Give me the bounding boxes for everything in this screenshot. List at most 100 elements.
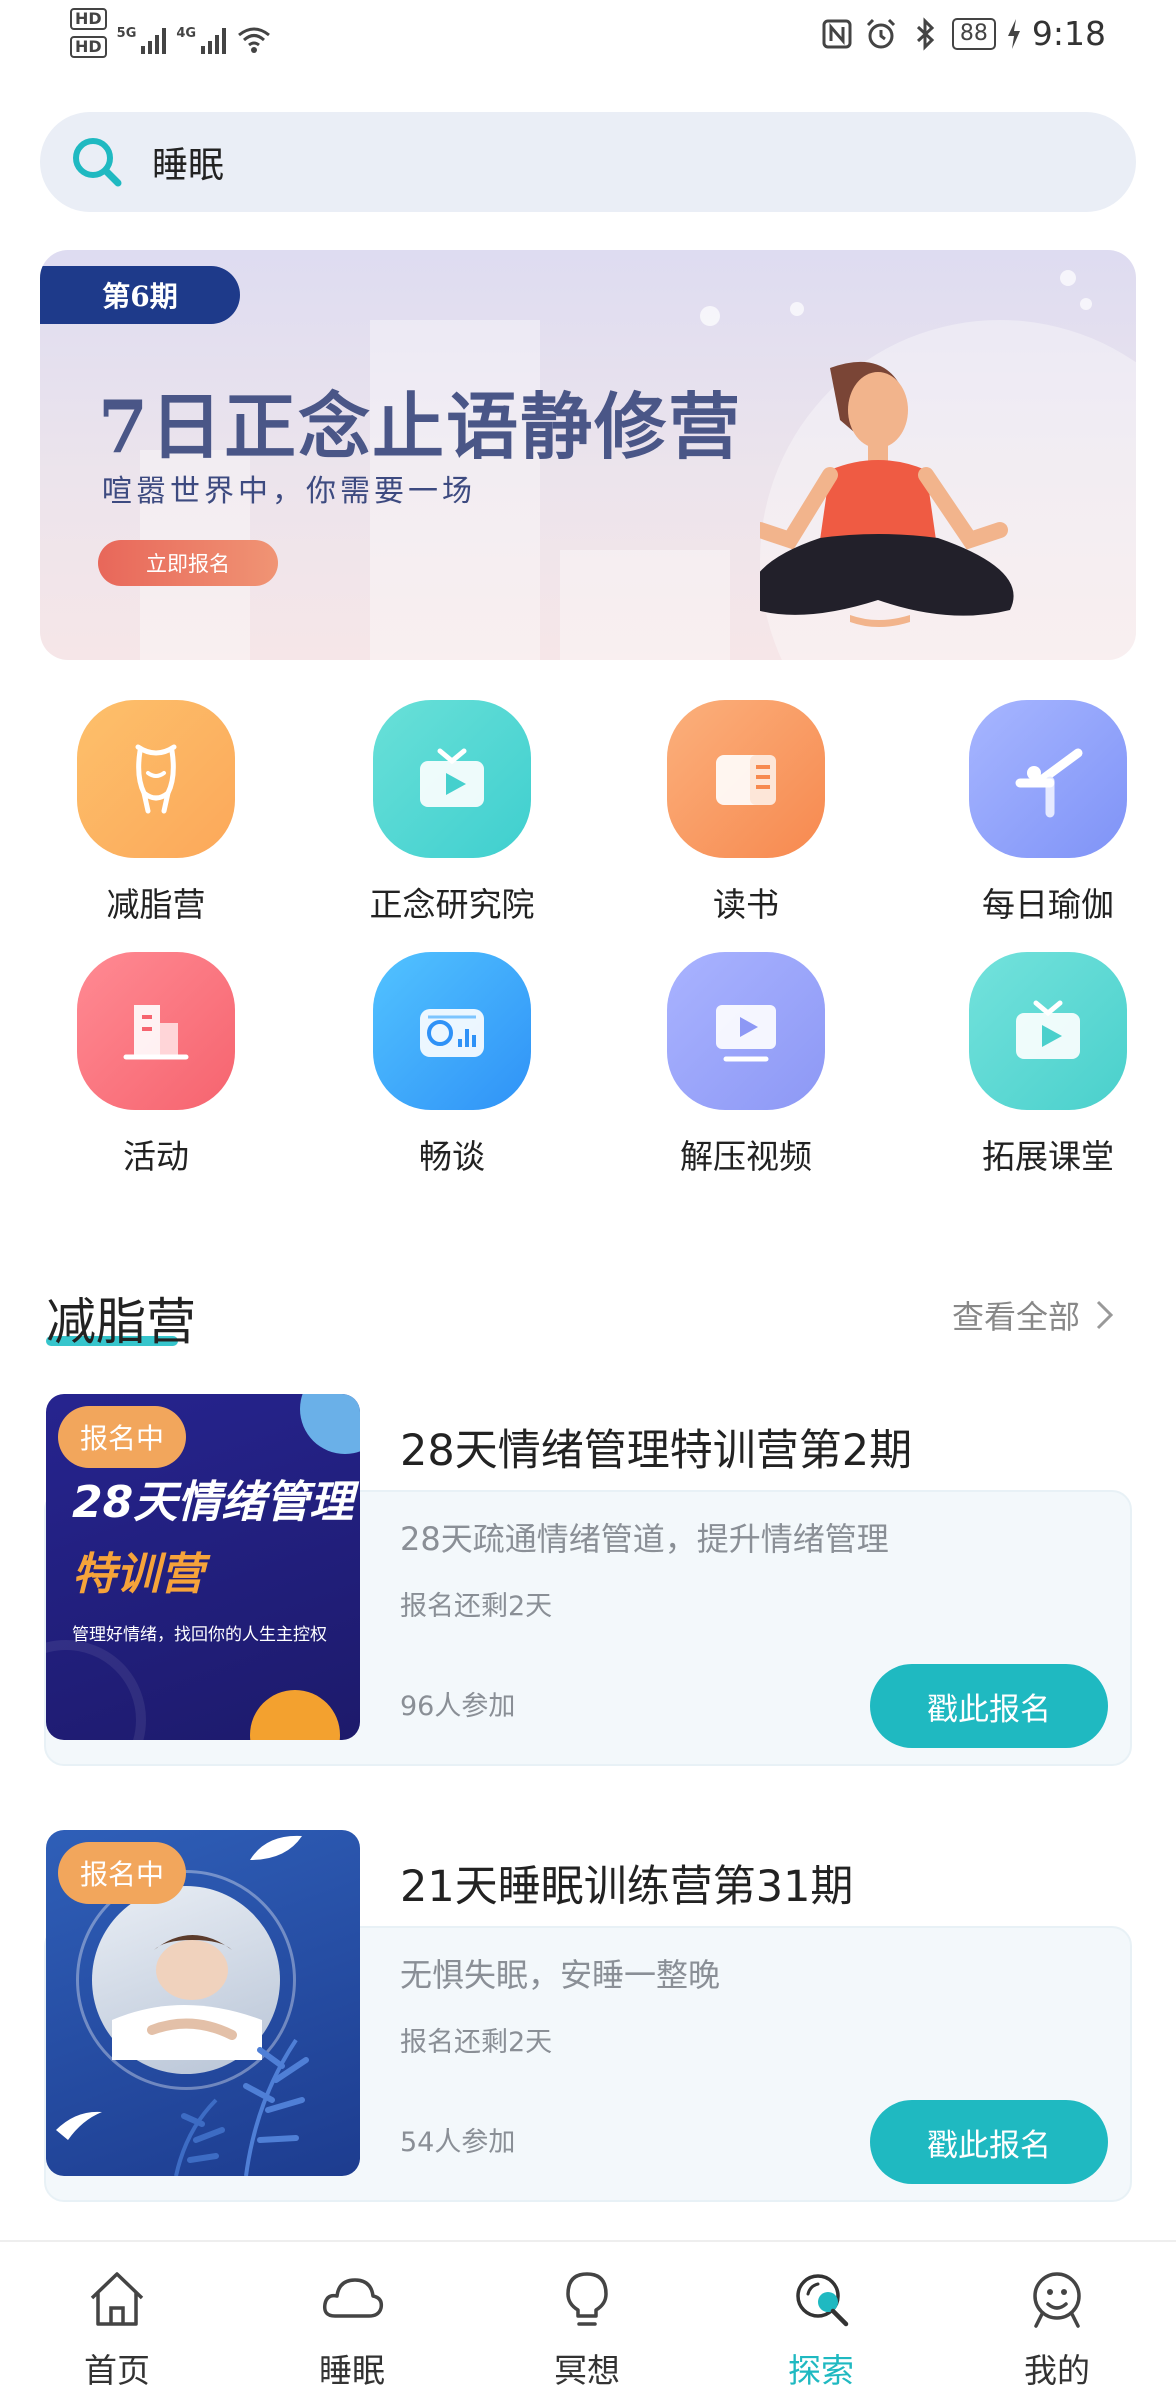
leaf-icon <box>250 1835 302 1860</box>
grid-item-mindfulness-institute[interactable]: 正念研究院 <box>332 700 572 926</box>
grid-item-talks[interactable]: 畅谈 <box>332 952 572 1178</box>
sign-up-button[interactable]: 戳此报名 <box>870 2100 1108 2184</box>
grid-item-daily-yoga[interactable]: 每日瑜伽 <box>928 700 1168 926</box>
register-now-button[interactable]: 立即报名 <box>98 540 278 586</box>
bottom-tab-bar: 首页 睡眠 冥想 探索 我的 <box>0 2240 1176 2400</box>
grid-item-events[interactable]: 活动 <box>36 952 276 1178</box>
card-description: 无惧失眠，安睡一整晚 <box>400 1956 721 1994</box>
banner-dot <box>1060 270 1076 286</box>
camp-card[interactable]: 28天情绪管理 特训营 管理好情绪，找回你的人生主控权 报名中 28天情绪管理特… <box>44 1394 1132 1770</box>
card-thumbnail: 28天情绪管理 特训营 管理好情绪，找回你的人生主控权 报名中 <box>46 1394 360 1740</box>
card-title: 28天情绪管理特训营第2期 <box>400 1426 913 1476</box>
grid-tile <box>373 952 531 1110</box>
grid-tile <box>969 700 1127 858</box>
network-5g-label: 5G <box>116 26 137 41</box>
leaves-illustration <box>56 2038 309 2176</box>
banner-subtitle: 喧嚣世界中，你需要一场 <box>102 474 476 509</box>
grid-label: 正念研究院 <box>369 885 535 924</box>
issue-badge: 第6期 <box>40 266 240 324</box>
profile-icon <box>1033 2272 1081 2328</box>
status-badge: 报名中 <box>58 1406 187 1468</box>
grid-item-relax-videos[interactable]: 解压视频 <box>626 952 866 1178</box>
tab-label: 冥想 <box>554 2351 620 2390</box>
grid-tile <box>667 952 825 1110</box>
status-badge: 报名中 <box>58 1842 187 1904</box>
promo-banner[interactable]: 第6期 7日正念止语静修营 喧嚣世界中，你需要一场 立即报名 <box>40 250 1136 660</box>
thumb-title-line1: 28天情绪管理 <box>72 1477 354 1528</box>
view-all-link[interactable]: 查看全部 <box>952 1292 1116 1338</box>
status-right: 88 9:18 <box>820 14 1106 53</box>
banner-dot <box>700 306 720 326</box>
grid-label: 拓展课堂 <box>982 1137 1114 1176</box>
hd2-badge: HD <box>70 36 107 58</box>
search-icon <box>73 138 122 187</box>
tab-home[interactable]: 首页 <box>42 2266 192 2392</box>
grid-tile <box>667 700 825 858</box>
body-icon <box>135 744 177 814</box>
sign-up-button[interactable]: 戳此报名 <box>870 1664 1108 1748</box>
grid-label: 减脂营 <box>106 885 206 924</box>
banner-dot <box>790 302 804 316</box>
clock-time: 9:18 <box>1031 14 1106 53</box>
signal-5g-icon: 5G <box>117 26 167 54</box>
card-thumbnail: 报名中 <box>46 1830 360 2176</box>
yoga-icon <box>1015 748 1083 818</box>
banner-dot <box>1080 298 1092 310</box>
grid-tile <box>77 952 235 1110</box>
explore-icon <box>796 2274 849 2327</box>
grid-item-reading[interactable]: 读书 <box>626 700 866 926</box>
card-title: 21天睡眠训练营第31期 <box>400 1862 854 1912</box>
home-icon <box>90 2272 144 2326</box>
grid-label: 畅谈 <box>419 1137 485 1176</box>
grid-item-fat-loss[interactable]: 减脂营 <box>36 700 276 926</box>
building-icon <box>123 1005 189 1060</box>
wifi-icon <box>238 27 271 53</box>
battery-indicator: 88 <box>951 17 996 50</box>
search-input[interactable] <box>152 141 952 183</box>
bluetooth-icon <box>916 16 935 51</box>
book-icon <box>716 755 776 805</box>
status-bar: HD HD 5G 4G 88 9:18 <box>0 0 1176 72</box>
cloud-icon <box>322 2278 384 2318</box>
tab-label: 探索 <box>788 2351 854 2390</box>
grid-label: 解压视频 <box>680 1137 812 1176</box>
card-participants: 96人参加 <box>400 1691 516 1722</box>
card-participants: 54人参加 <box>400 2127 516 2158</box>
banner-bg-building-small <box>560 550 730 660</box>
tab-explore[interactable]: 探索 <box>746 2266 896 2392</box>
tab-label: 首页 <box>84 2351 150 2390</box>
hd1-badge: HD <box>70 8 107 30</box>
status-left: HD HD 5G 4G <box>70 8 272 58</box>
thumb-deco-circle <box>300 1394 360 1454</box>
view-all-label: 查看全部 <box>951 1298 1080 1336</box>
card-days-left: 报名还剩2天 <box>400 2027 553 2058</box>
banner-title: 7日正念止语静修营 <box>98 384 743 469</box>
camp-card[interactable]: 报名中 21天睡眠训练营第31期 无惧失眠，安睡一整晚 报名还剩2天 54人参加… <box>44 1830 1132 2206</box>
search-bar[interactable] <box>40 112 1136 212</box>
thumb-title-line2: 特训营 <box>72 1549 204 1600</box>
monitor-play-icon <box>716 1005 776 1062</box>
tab-sleep[interactable]: 睡眠 <box>277 2266 427 2392</box>
thumb-deco-ring <box>46 1640 146 1740</box>
grid-item-extension-class[interactable]: 拓展课堂 <box>928 952 1168 1178</box>
meditation-illustration <box>760 361 1014 627</box>
grid-label: 活动 <box>123 1137 189 1176</box>
signal-4g-icon: 4G <box>176 26 227 54</box>
grid-tile <box>373 700 531 858</box>
tab-label: 我的 <box>1024 2351 1090 2390</box>
alarm-icon <box>866 18 895 48</box>
grid-tile <box>969 952 1127 1110</box>
grid-tile <box>77 700 235 858</box>
card-days-left: 报名还剩2天 <box>400 1591 553 1622</box>
section-title: 减脂营 <box>46 1293 196 1351</box>
thumb-caption: 管理好情绪，找回你的人生主控权 <box>72 1625 327 1645</box>
thumb-deco-circle <box>250 1690 340 1740</box>
charging-icon <box>1007 18 1020 49</box>
network-4g-label: 4G <box>176 26 197 41</box>
tv-icon <box>1016 1000 1080 1059</box>
tab-label: 睡眠 <box>319 2351 385 2390</box>
tab-meditation[interactable]: 冥想 <box>512 2266 662 2392</box>
tv-icon <box>420 748 484 807</box>
tab-profile[interactable]: 我的 <box>982 2266 1132 2392</box>
nfc-icon <box>822 19 852 48</box>
